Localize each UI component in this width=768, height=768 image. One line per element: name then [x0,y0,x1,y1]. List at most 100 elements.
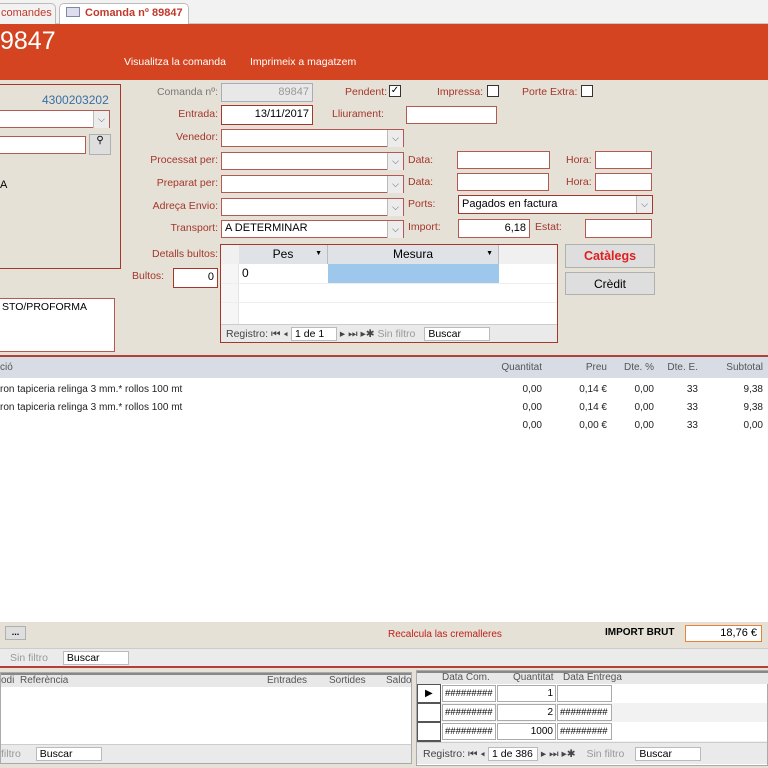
tab-comandes[interactable]: comandes [0,3,56,24]
more-button[interactable]: ... [5,626,26,640]
quantity-cell[interactable]: 1 [497,685,556,702]
credit-button[interactable]: Crèdit [565,272,655,295]
search-input[interactable]: Buscar [635,747,702,761]
dropdown-arrow-icon[interactable]: ▼ [486,250,493,257]
line-cell[interactable]: 33 [687,402,698,413]
line-description[interactable]: ron tapiceria relinga 3 mm.* rollos 100 … [0,384,182,395]
transport-combo[interactable]: A DETERMINAR ⌵ [221,220,404,238]
dropdown-arrow-icon[interactable]: ▼ [315,250,322,257]
line-cell[interactable]: 9,38 [744,384,763,395]
transport-label: Transport: [170,222,218,234]
next-record-icon[interactable]: ▸ ⏭ ▸✱ [340,328,378,340]
next-record-icon[interactable]: ▸ ⏭ ▸✱ [541,748,579,760]
bultos-field[interactable]: 0 [173,268,218,288]
comanda-field: 89847 [221,83,313,102]
chevron-down-icon[interactable]: ⌵ [387,176,403,193]
recalcula-link[interactable]: Recalcula las cremalleres [388,629,502,640]
line-cell[interactable]: 0,00 [635,384,654,395]
first-record-icon[interactable]: ⏮ ◂ [271,328,291,340]
filter-toggle[interactable]: filtro [1,748,21,760]
processat-date-field[interactable] [457,151,550,169]
row-selector[interactable] [417,722,441,741]
tab-comanda[interactable]: Comanda nº 89847 [59,3,189,24]
venedor-combo[interactable]: ⌵ [221,129,404,147]
processat-hour-field[interactable] [595,151,652,169]
first-record-icon[interactable]: ⏮ ◂ [468,748,488,760]
adreca-combo[interactable]: ⌵ [221,198,404,216]
nav-label: Registro: [423,748,466,760]
column-header-pes[interactable]: Pes ▼ [239,245,328,264]
delivery-date-cell[interactable] [557,685,612,702]
notes-field[interactable]: STO/PROFORMA [0,298,115,352]
binoculars-icon[interactable]: ⚲ [89,134,111,155]
search-input[interactable]: Buscar [35,747,102,761]
lliurament-field[interactable] [406,106,497,124]
delivery-date-cell[interactable]: ######### [557,704,612,721]
pendent-label: Pendent: [345,86,388,98]
line-cell[interactable]: 0,00 [523,402,542,413]
line-cell[interactable]: 0,00 € [579,420,607,431]
print-warehouse-link[interactable]: Imprimeix a magatzem [250,56,356,68]
line-cell[interactable]: 9,38 [744,402,763,413]
chevron-down-icon[interactable]: ⌵ [387,153,403,170]
entrada-field[interactable]: 13/11/2017 [221,105,313,125]
pendent-checkbox[interactable]: ✓ [389,85,401,97]
quantity-cell[interactable]: 2 [497,704,556,721]
row-selector[interactable]: ▶ [417,684,441,703]
record-position[interactable]: 1 de 386 [487,747,538,761]
line-cell[interactable]: 0,14 € [579,384,607,395]
line-cell[interactable]: 0,00 [635,402,654,413]
line-cell[interactable]: 0,14 € [579,402,607,413]
preparat-date-field[interactable] [457,173,549,191]
catalegs-button[interactable]: Catàlegs [565,244,655,268]
pes-cell[interactable]: 0 [242,266,249,280]
line-cell[interactable]: 0,00 [635,420,654,431]
mesura-cell[interactable] [328,264,499,283]
client-search-input[interactable] [0,136,86,154]
preparat-combo[interactable]: ⌵ [221,175,404,193]
chevron-down-icon[interactable]: ⌵ [387,130,403,147]
column-header: Quantitat [513,672,554,683]
ports-combo[interactable]: Pagados en factura ⌵ [458,195,653,214]
quantity-cell[interactable]: 1000 [497,723,556,740]
chevron-down-icon[interactable]: ⌵ [387,221,403,238]
line-cell[interactable]: 33 [687,384,698,395]
client-combo[interactable]: ⌵ [0,110,110,128]
column-header: Subtotal [726,362,763,373]
import-field[interactable]: 6,18 [458,219,530,238]
view-order-link[interactable]: Visualitza la comanda [124,56,226,68]
column-header: Dte. % [623,362,654,373]
ports-value: Pagados en factura [462,198,558,210]
filter-toggle[interactable]: Sin filtro [10,652,48,664]
preparat-hour-field[interactable] [595,173,652,191]
porte-extra-checkbox[interactable] [581,85,593,97]
record-position[interactable]: 1 de 1 [290,327,337,341]
line-description[interactable]: ron tapiceria relinga 3 mm.* rollos 100 … [0,402,182,413]
line-cell[interactable]: 33 [687,420,698,431]
column-header-mesura[interactable]: Mesura ▼ [328,245,499,264]
date-cell[interactable]: ######### [442,723,496,740]
ports-label: Ports: [408,198,436,210]
estat-field[interactable] [585,219,652,238]
line-cell[interactable]: 0,00 [744,420,763,431]
chevron-down-icon[interactable]: ⌵ [636,196,652,213]
filter-toggle[interactable]: Sin filtro [586,748,624,760]
date-cell[interactable]: ######### [442,685,496,702]
nav-label: Registro: [226,328,269,340]
delivery-date-cell[interactable]: ######### [557,723,612,740]
line-cell[interactable]: 0,00 [523,420,542,431]
search-input[interactable]: Buscar [62,651,129,665]
chevron-down-icon[interactable]: ⌵ [387,199,403,216]
processat-label: Processat per: [150,154,218,166]
row-selector[interactable] [417,703,441,722]
search-input[interactable]: Buscar [424,327,491,341]
line-cell[interactable]: 0,00 [523,384,542,395]
impressa-checkbox[interactable] [487,85,499,97]
processat-combo[interactable]: ⌵ [221,152,404,170]
filter-toggle[interactable]: Sin filtro [377,328,415,340]
chevron-down-icon[interactable]: ⌵ [93,111,109,128]
form-icon [66,7,80,17]
hora-label-1: Hora: [566,154,592,166]
date-cell[interactable]: ######### [442,704,496,721]
client-code: 4300203202 [42,93,109,107]
